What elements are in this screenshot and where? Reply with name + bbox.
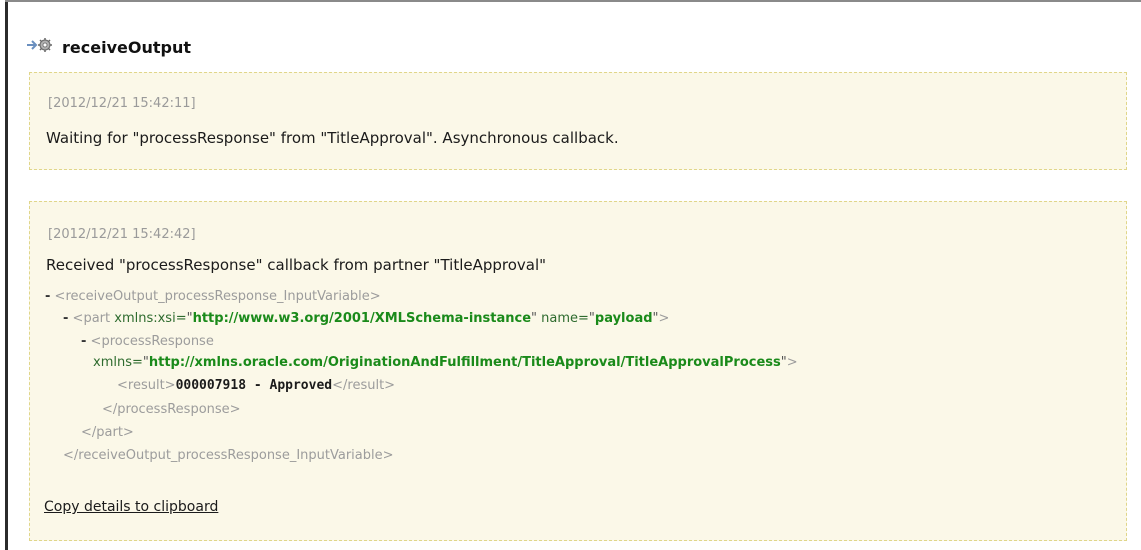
xml-line-part: - <part xmlns:xsi="http://www.w3.org/200… [63, 311, 670, 326]
entry-timestamp: [2012/12/21 15:42:11] [48, 96, 196, 111]
top-border [5, 0, 1141, 2]
activity-title: receiveOutput [62, 37, 191, 57]
xml-tag: </receiveOutput_processResponse_InputVar… [63, 448, 394, 463]
xml-tag: </result> [332, 378, 396, 393]
entry-timestamp: [2012/12/21 15:42:42] [48, 227, 196, 242]
xml-attr-name: xmlns= [93, 355, 143, 370]
log-entry-panel: [2012/12/21 15:42:11] Waiting for "proce… [29, 72, 1127, 170]
collapse-toggle[interactable]: - [81, 334, 86, 349]
xml-tag: <part [72, 311, 111, 326]
xml-attr-value: http://xmlns.oracle.com/OriginationAndFu… [148, 355, 781, 370]
entry-message: Received "processResponse" callback from… [46, 256, 547, 274]
xml-line-process-response-close: </processResponse> [102, 402, 241, 417]
xml-tag: <processResponse [90, 334, 214, 349]
activity-gear-icon [26, 37, 56, 57]
collapse-toggle[interactable]: - [63, 311, 68, 326]
left-border [5, 0, 8, 550]
xml-tag: > [786, 355, 798, 370]
xml-tag: <result> [117, 378, 176, 393]
xml-line-input-variable: - <receiveOutput_processResponse_InputVa… [45, 289, 381, 304]
xml-attr-name: xmlns:xsi= [114, 311, 187, 326]
xml-attr-value: http://www.w3.org/2001/XMLSchema-instanc… [192, 311, 532, 326]
log-entry-panel: [2012/12/21 15:42:42] Received "processR… [29, 201, 1127, 541]
xml-line-part-close: </part> [81, 425, 134, 440]
xml-line-namespace: xmlns="http://xmlns.oracle.com/Originati… [93, 355, 798, 370]
xml-line-process-response: - <processResponse [81, 334, 214, 349]
xml-attr-name: name= [541, 311, 589, 326]
audit-trail-view: receiveOutput [2012/12/21 15:42:11] Wait… [0, 0, 1141, 550]
xml-tag: </processResponse> [102, 402, 241, 417]
xml-attr-value: payload [594, 311, 653, 326]
xml-line-input-variable-close: </receiveOutput_processResponse_InputVar… [63, 448, 394, 463]
copy-details-link[interactable]: Copy details to clipboard [44, 499, 218, 515]
entry-message: Waiting for "processResponse" from "Titl… [46, 129, 619, 147]
xml-line-result: <result>000007918 - Approved</result> [117, 378, 395, 393]
activity-header: receiveOutput [26, 37, 191, 57]
xml-tag: </part> [81, 425, 134, 440]
xml-tag: > [658, 311, 670, 326]
xml-tag: <receiveOutput_processResponse_InputVari… [54, 289, 381, 304]
collapse-toggle[interactable]: - [45, 289, 50, 304]
result-value: 000007918 - Approved [175, 378, 333, 393]
